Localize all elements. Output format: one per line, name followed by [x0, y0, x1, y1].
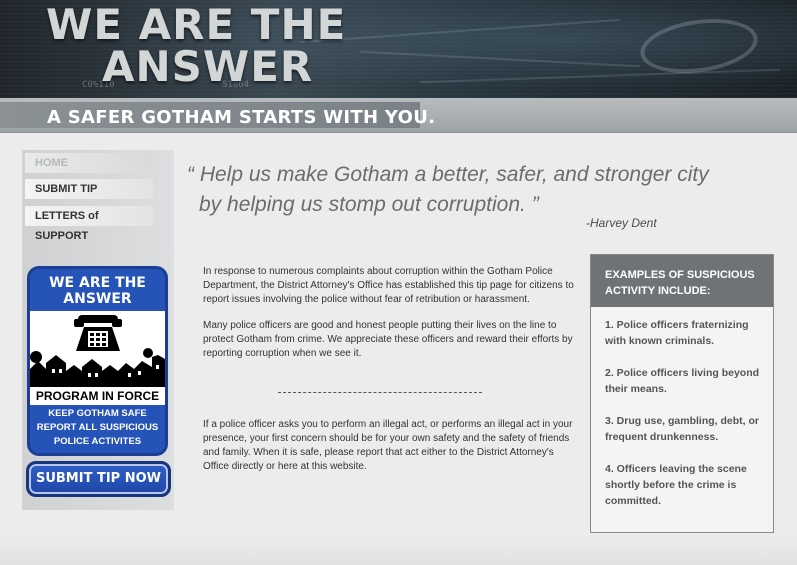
examples-heading: EXAMPLES OF SUSPICIOUS ACTIVITY INCLUDE: [591, 255, 773, 307]
banner-streak [360, 50, 640, 68]
promo-sub-line3: POLICE ACTIVITES [53, 436, 142, 447]
quote-line2: by helping us stomp out corruption. ” [199, 193, 539, 216]
examples-box: EXAMPLES OF SUSPICIOUS ACTIVITY INCLUDE:… [590, 254, 774, 533]
promo-illustration [30, 311, 165, 385]
list-item: 1. Police officers fraternizing with kno… [605, 319, 749, 347]
safety-paragraph: If a police officer asks you to perform … [203, 419, 573, 472]
tagline: A SAFER GOTHAM STARTS WITH YOU. [47, 107, 436, 128]
intro-paragraph-2: Many police officers are good and honest… [203, 320, 573, 359]
site-title: WE ARE THE ANSWER [46, 4, 346, 88]
promo-badge[interactable]: WE ARE THE ANSWER PROGRAM IN FORCE KEEP … [27, 266, 168, 456]
promo-title-line1: WE ARE THE [49, 275, 146, 291]
list-item: 2. Police officers living beyond their m… [605, 367, 760, 395]
intro-paragraph-1: In response to numerous complaints about… [203, 266, 574, 305]
promo-sub-line2: REPORT ALL SUSPICIOUS [36, 422, 159, 433]
intro-text: In response to numerous complaints about… [203, 265, 581, 373]
submit-tip-now-button[interactable]: SUBMIT TIP NOW [26, 461, 171, 497]
site-title-line1: WE ARE THE [46, 0, 347, 49]
promo-title-line2: ANSWER [63, 291, 132, 307]
quote-line1: “ Help us make Gotham a better, safer, a… [187, 163, 709, 186]
banner-streak [420, 68, 780, 84]
promo-program-banner: PROGRAM IN FORCE [30, 385, 165, 405]
promo-sub-line1: KEEP GOTHAM SAFE [48, 408, 147, 419]
promo-title: WE ARE THE ANSWER [30, 275, 165, 307]
list-item: 3. Drug use, gambling, debt, or frequent… [605, 415, 760, 443]
site-title-line2: ANSWER [102, 42, 314, 91]
section-divider [278, 392, 482, 393]
footer-fade [0, 535, 797, 565]
telephone-icon [30, 315, 165, 385]
promo-subtext: KEEP GOTHAM SAFE REPORT ALL SUSPICIOUS P… [30, 407, 165, 449]
nav-item-submit-tip[interactable]: SUBMIT TIP [25, 179, 153, 199]
banner-streak [300, 18, 620, 44]
nav-item-home[interactable]: HOME [25, 153, 153, 173]
quote: “ Help us make Gotham a better, safer, a… [187, 160, 787, 220]
examples-list: 1. Police officers fraternizing with kno… [605, 317, 765, 525]
nav-item-letters-of-support[interactable]: LETTERS of SUPPORT [25, 206, 153, 242]
quote-author: -Harvey Dent [586, 216, 657, 230]
header-banner: C0%11θ S1064 WE ARE THE ANSWER [0, 0, 797, 98]
list-item: 4. Officers leaving the scene shortly be… [605, 463, 747, 507]
